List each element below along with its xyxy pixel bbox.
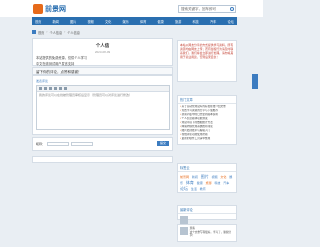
site-logo[interactable]: 前景网: [33, 3, 75, 15]
search-box[interactable]: 搜索关键字，回车即可: [178, 5, 236, 13]
emoji-icon[interactable]: [64, 87, 67, 90]
tag[interactable]: 体育: [186, 180, 194, 185]
panel-title: 标签云: [178, 164, 236, 172]
bold-icon[interactable]: [39, 87, 42, 90]
avatar[interactable]: [180, 216, 188, 224]
comment-label: 发表评论: [36, 79, 49, 83]
notice-box: 本站以网友分享的方式提供学习资料，所有资源均由网友上传；若有侵权行为请及时联系我…: [177, 40, 237, 82]
article-text: 中文在线测试用户发言支持: [36, 62, 75, 66]
panel-title: 最新评论: [178, 206, 236, 214]
tag[interactable]: 科技: [214, 181, 220, 185]
logo-text: 前景网: [45, 6, 66, 13]
breadcrumb-item[interactable]: 个人信息: [49, 30, 62, 35]
tag[interactable]: 视频: [212, 175, 218, 179]
article-title: 个人信: [95, 43, 110, 48]
home-icon[interactable]: [32, 30, 36, 34]
tag[interactable]: 教育: [200, 187, 206, 191]
italic-icon[interactable]: [44, 87, 47, 90]
notice-text: 本站以网友分享的方式提供学习资料，所有资源均由网友上传；若有侵权行为请及时联系我…: [180, 43, 234, 59]
nav-item-health[interactable]: 健康: [158, 19, 164, 24]
nav-item-travel[interactable]: 旅游: [175, 19, 181, 24]
name-input[interactable]: [47, 141, 70, 146]
comment-form: 发表评论 我的评论可以在线被管理员审核后显示（管理员可以对评论进行修改）: [32, 75, 173, 135]
captcha-input[interactable]: [71, 141, 94, 146]
nav-item-forum[interactable]: 论坛: [228, 19, 234, 24]
image-icon[interactable]: [59, 87, 62, 90]
nav-item-images[interactable]: 图片: [70, 19, 76, 24]
search-icon[interactable]: [230, 7, 234, 11]
main-nav: 首页 新闻 图片 视频 文化 娱乐 体育 健康 旅游 科技 汽车 论坛: [32, 17, 237, 25]
comment-item: 游客 这个文章写得很好，学习了，谢谢分享！: [178, 225, 236, 240]
nav-item-video[interactable]: 视频: [88, 19, 94, 24]
nav-item-home[interactable]: 首页: [35, 19, 41, 24]
breadcrumb-separator: ›: [46, 30, 48, 34]
comment-list-bar: [32, 156, 173, 163]
submit-button[interactable]: 提交: [157, 141, 169, 146]
name-row: 昵称： 提交: [33, 138, 172, 149]
tag-cloud: 前景网 新闻 图片 视频 文化 娱乐 体育 健康 旅游 科技 汽车 论坛 生活 …: [178, 172, 236, 194]
tag[interactable]: 汽车: [223, 181, 229, 185]
editor-placeholder: 我的评论可以在线被管理员审核后显示（管理员可以对评论进行修改）: [39, 93, 133, 97]
tag[interactable]: 文化: [220, 175, 226, 179]
side-float-button[interactable]: [252, 74, 258, 89]
comment-submit-row: 昵称： 提交: [32, 137, 173, 151]
user-panel: 最新评论: [177, 205, 237, 224]
logo-icon: [33, 4, 43, 14]
comment-editor[interactable]: 我的评论可以在线被管理员审核后显示（管理员可以对评论进行修改）: [36, 85, 170, 130]
tag[interactable]: 前景网: [180, 175, 189, 179]
tag[interactable]: 旅游: [206, 181, 212, 185]
breadcrumb-item[interactable]: 首页: [38, 30, 44, 35]
article-card: 个人信 2023-08-09 本站提供的免费资源，仅供个人学习 中文在线测试用户…: [32, 38, 173, 66]
tag[interactable]: 生活: [191, 187, 197, 191]
breadcrumb-item: 个人信息: [67, 30, 80, 35]
list-item[interactable]: 最新的软件工具清单整理: [180, 137, 234, 141]
hot-articles-panel: 热门文章 关于自动化测试库的好处在线介绍文章 免费学习资源的分享与下载推荐 新闻…: [177, 95, 237, 145]
nav-item-sports[interactable]: 体育: [140, 19, 146, 24]
site-header: 前景网 搜索关键字，回车即可: [0, 0, 263, 17]
tag-cloud-panel: 标签云 前景网 新闻 图片 视频 文化 娱乐 体育 健康 旅游 科技 汽车 论坛…: [177, 163, 237, 193]
search-input[interactable]: 搜索关键字，回车即可: [179, 6, 235, 12]
name-label: 昵称：: [36, 141, 46, 146]
tag[interactable]: 健康: [197, 181, 203, 185]
nav-item-entertainment[interactable]: 娱乐: [123, 19, 129, 24]
nav-item-tech[interactable]: 科技: [193, 19, 199, 24]
hot-list: 关于自动化测试库的好处在线介绍文章 免费学习资源的分享与下载推荐 新闻列表中的日…: [178, 104, 236, 142]
comment-text: 游客 这个文章写得很好，学习了，谢谢分享！: [190, 227, 234, 238]
nav-item-auto[interactable]: 汽车: [210, 19, 216, 24]
breadcrumb-separator: ›: [64, 30, 66, 34]
article-text: 本站提供的免费资源，仅供个人学习: [36, 56, 87, 60]
nav-item-culture[interactable]: 文化: [105, 19, 111, 24]
latest-comment-panel: 游客 这个文章写得很好，学习了，谢谢分享！: [177, 224, 237, 242]
underline-icon[interactable]: [49, 87, 52, 90]
comment-header: 留下你的评论，点赞和感谢！: [32, 67, 173, 75]
article-date: 2023-08-09: [94, 50, 111, 54]
nav-item-news[interactable]: 新闻: [53, 19, 59, 24]
avatar[interactable]: [180, 227, 188, 235]
comment-body: 这个文章写得很好，学习了，谢谢分享！: [189, 230, 232, 238]
link-icon[interactable]: [54, 87, 57, 90]
tag[interactable]: 论坛: [180, 186, 188, 191]
tag[interactable]: 图片: [201, 174, 209, 179]
breadcrumb: 首页 › 个人信息 › 个人信息: [32, 29, 173, 35]
panel-title: 热门文章: [178, 96, 236, 104]
page: 前景网 搜索关键字，回车即可 首页 新闻 图片 视频 文化 娱乐 体育 健康 旅…: [0, 0, 263, 247]
tag[interactable]: 新闻: [192, 175, 198, 179]
